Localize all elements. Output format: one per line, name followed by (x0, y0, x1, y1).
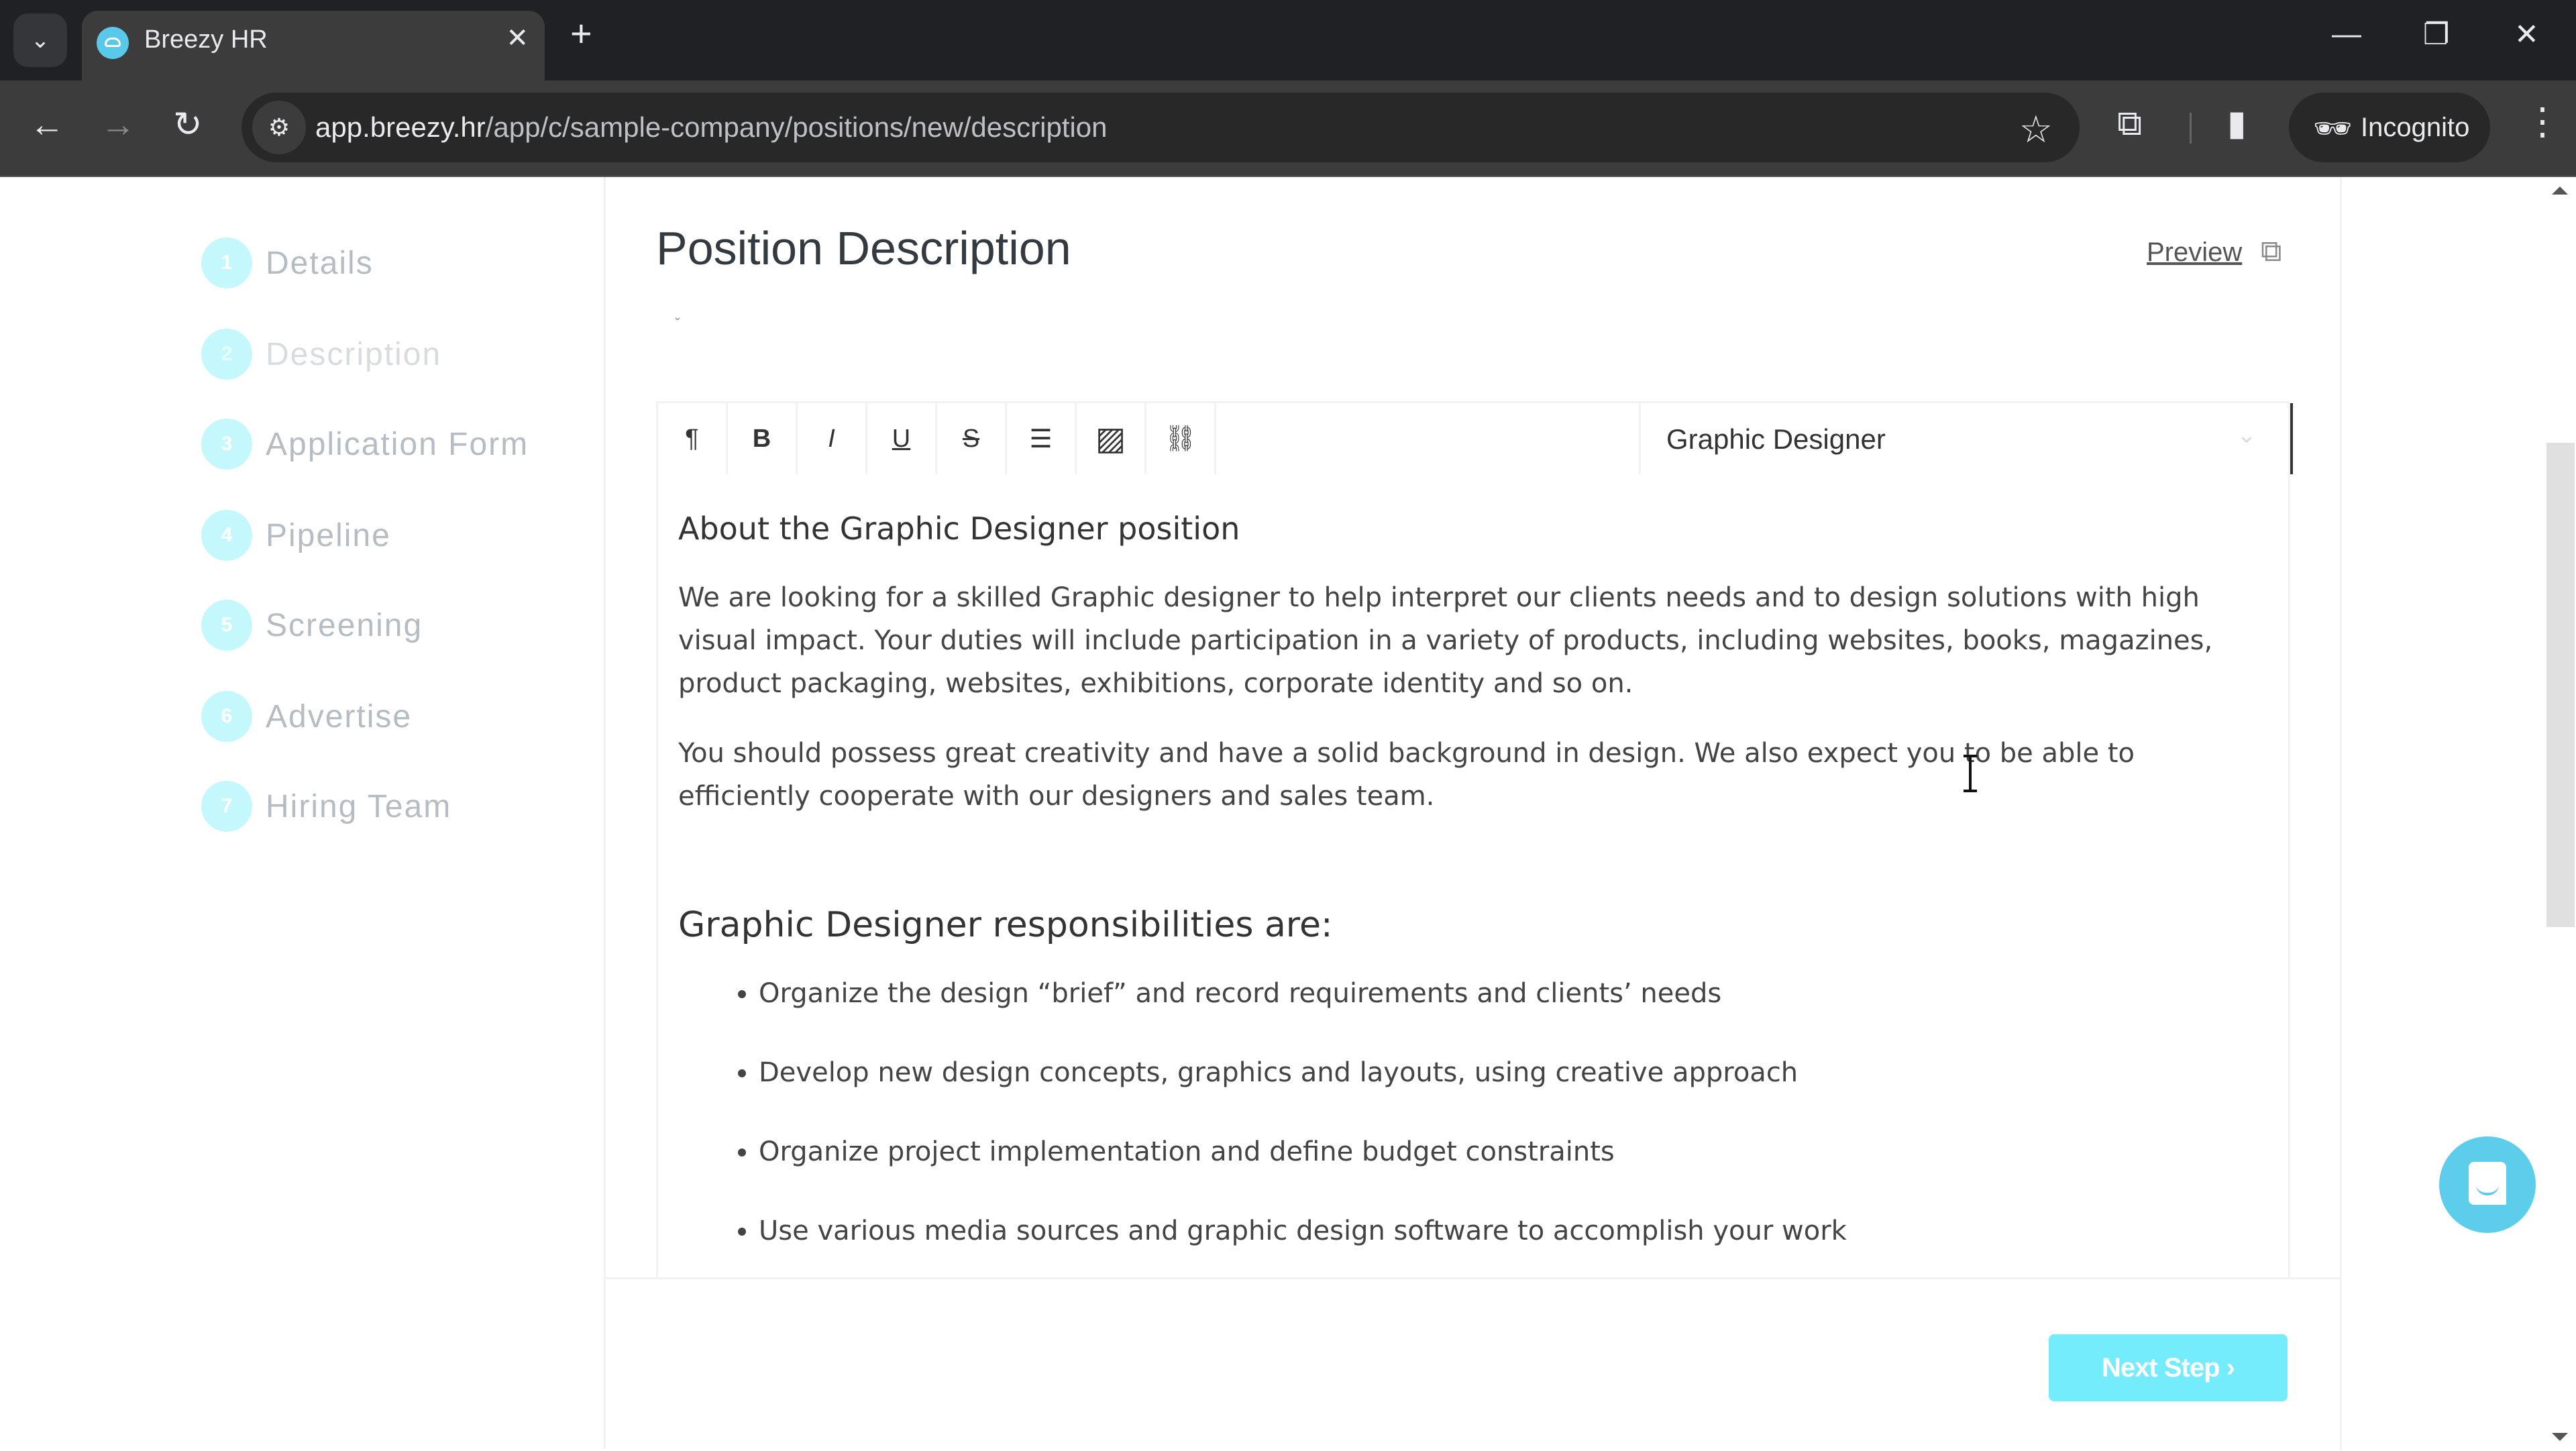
content-paragraph: You should possess great creativity and … (678, 738, 2135, 812)
step-label: Screening (266, 607, 423, 643)
responsibilities-list: Organize the design “brief” and record r… (678, 972, 2275, 1252)
template-select-value: Graphic Designer (1666, 423, 1886, 455)
bullet-list-button[interactable]: ☰ (1007, 403, 1077, 474)
page-content: 1 Details 2 Description 3 Application Fo… (0, 177, 2576, 1451)
stray-mark: ˇ (675, 315, 680, 333)
step-details[interactable]: 1 Details (201, 236, 374, 290)
scroll-up-arrow-icon[interactable] (2552, 186, 2568, 195)
step-number: 5 (201, 600, 252, 651)
image-icon: ▨ (1095, 421, 1126, 457)
close-tab-icon[interactable]: ✕ (506, 23, 529, 54)
list-item: Organize the design “brief” and record r… (759, 972, 2275, 1015)
next-step-button[interactable]: Next Step › (2049, 1334, 2288, 1401)
scrollbar-thumb[interactable] (2546, 443, 2575, 927)
step-label: Application Form (266, 426, 529, 462)
strikethrough-icon: S (962, 424, 980, 453)
browser-tab-strip: ⌄ Breezy HR ✕ + — ❐ ✕ (0, 0, 2576, 80)
underline-icon: U (892, 424, 911, 453)
content-paragraph: We are looking for a skilled Graphic des… (678, 582, 2213, 699)
responsibilities-heading: Graphic Designer responsibilities are: (678, 905, 1333, 945)
step-number: 3 (201, 419, 252, 470)
chevron-down-icon: ⌄ (30, 28, 50, 53)
url-path: /app/c/sample-company/positions/new/desc… (485, 111, 1108, 143)
step-pipeline[interactable]: 4 Pipeline (201, 508, 391, 562)
incognito-icon: 🕶 (2313, 111, 2353, 146)
template-select[interactable]: Graphic Designer ⌄ (1639, 403, 2293, 474)
list-item: Organize project implementation and defi… (759, 1130, 2275, 1173)
strikethrough-button[interactable]: S (937, 403, 1007, 474)
chat-launcher-button[interactable] (2439, 1136, 2536, 1233)
side-panel-icon[interactable]: ▮ (2227, 103, 2247, 144)
editor-content[interactable]: About the Graphic Designer position We a… (678, 510, 2275, 1277)
step-sidebar: 1 Details 2 Description 3 Application Fo… (0, 177, 606, 1449)
text-cursor (1964, 755, 1977, 792)
step-label: Advertise (266, 698, 413, 735)
editor-toolbar: ¶ B I U S ☰ ▨ ⛓ Graphic Designer ⌄ (658, 403, 2293, 474)
browser-tab[interactable]: Breezy HR ✕ (82, 11, 545, 80)
new-tab-button[interactable]: + (570, 15, 592, 52)
step-hiring-team[interactable]: 7 Hiring Team (201, 780, 451, 833)
bold-button[interactable]: B (728, 403, 798, 474)
page-scrollbar[interactable] (2542, 177, 2576, 1449)
step-label: Description (266, 336, 442, 372)
step-description[interactable]: 2 Description (201, 327, 441, 381)
kebab-menu-icon[interactable]: ⋮ (2524, 99, 2561, 144)
step-application-form[interactable]: 3 Application Form (201, 417, 529, 471)
step-number: 4 (201, 510, 252, 561)
chevron-down-icon: ⌄ (2236, 421, 2257, 448)
insert-link-button[interactable]: ⛓ (1146, 403, 1216, 474)
italic-button[interactable]: I (798, 403, 867, 474)
page-title: Position Description (656, 222, 1071, 274)
chat-bubble-icon (2469, 1162, 2506, 1205)
list-item: Develop new design concepts, graphics an… (759, 1051, 2275, 1094)
step-advertise[interactable]: 6 Advertise (201, 690, 412, 743)
step-number: 6 (201, 691, 252, 742)
tab-title: Breezy HR (144, 25, 268, 54)
browser-toolbar: ← → ↻ ⚙ app.breezy.hr/app/c/sample-compa… (0, 80, 2576, 177)
puzzle-icon[interactable]: ⧉ (2117, 103, 2142, 144)
toolbar-divider (2190, 113, 2192, 144)
form-footer: Next Step › (604, 1277, 2342, 1451)
forward-icon[interactable]: → (101, 107, 136, 142)
step-label: Details (266, 245, 374, 281)
underline-button[interactable]: U (867, 403, 937, 474)
main-panel: Position Description Preview ⧉ ˇ ¶ B I U… (604, 177, 2342, 1277)
italic-icon: I (828, 424, 835, 453)
insert-image-button[interactable]: ▨ (1077, 403, 1146, 474)
close-window-icon[interactable]: ✕ (2514, 17, 2539, 52)
paragraph-icon: ¶ (685, 424, 699, 453)
external-link-icon[interactable]: ⧉ (2261, 235, 2282, 268)
step-screening[interactable]: 5 Screening (201, 598, 423, 652)
restore-icon[interactable]: ❐ (2423, 17, 2449, 52)
site-info-button[interactable]: ⚙ (252, 101, 306, 154)
step-number: 7 (201, 781, 252, 832)
step-number: 2 (201, 329, 252, 380)
link-icon: ⛓ (1164, 425, 1197, 453)
incognito-label: Incognito (2361, 113, 2470, 142)
url-host: app.breezy.hr (315, 111, 486, 143)
incognito-badge[interactable]: 🕶 Incognito (2289, 93, 2490, 162)
tab-search-button[interactable]: ⌄ (13, 13, 67, 67)
reload-icon[interactable]: ↻ (173, 107, 203, 142)
step-label: Hiring Team (266, 788, 452, 824)
scroll-down-arrow-icon[interactable] (2552, 1433, 2568, 1441)
back-icon[interactable]: ← (30, 107, 64, 142)
address-bar[interactable]: ⚙ app.breezy.hr/app/c/sample-company/pos… (241, 93, 2080, 162)
list-item: Use various media sources and graphic de… (759, 1210, 2275, 1252)
bold-icon: B (752, 424, 771, 453)
minimize-icon[interactable]: — (2332, 17, 2361, 51)
star-icon[interactable]: ☆ (2019, 107, 2053, 152)
paragraph-button[interactable]: ¶ (658, 403, 728, 474)
rich-text-editor: ¶ B I U S ☰ ▨ ⛓ Graphic Designer ⌄ About… (656, 401, 2293, 1277)
list-icon: ☰ (1029, 425, 1053, 453)
content-heading: About the Graphic Designer position (678, 510, 1240, 547)
step-number: 1 (201, 237, 252, 288)
url-text[interactable]: app.breezy.hr/app/c/sample-company/posit… (315, 111, 1108, 144)
preview-link[interactable]: Preview (2147, 237, 2242, 268)
tune-icon: ⚙ (268, 113, 290, 141)
step-label: Pipeline (266, 517, 391, 553)
breezy-cloud-icon (97, 27, 129, 59)
